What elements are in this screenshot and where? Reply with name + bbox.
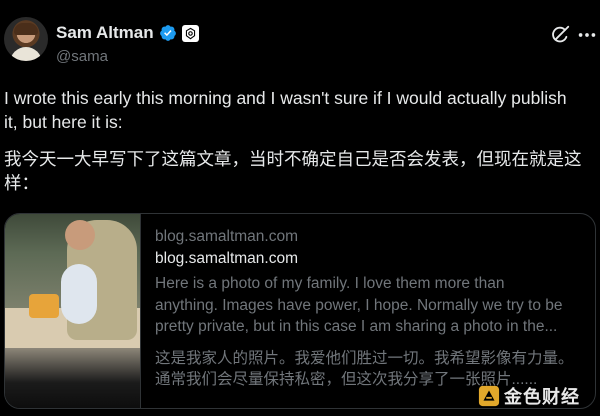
watermark-text: 金色财经 — [504, 387, 580, 407]
author-handle[interactable]: @sama — [56, 48, 108, 65]
avatar[interactable] — [4, 17, 48, 61]
watermark: 金色财经 — [478, 383, 580, 409]
jinse-logo-icon — [478, 385, 500, 407]
tweet-text-english: I wrote this early this morning and I wa… — [4, 88, 567, 132]
verified-badge-icon — [159, 25, 176, 41]
author-name[interactable]: Sam Altman — [56, 23, 154, 43]
card-domain: blog.samaltman.com — [155, 228, 299, 245]
more-icon[interactable] — [576, 24, 598, 46]
openai-icon[interactable] — [181, 24, 199, 42]
tweet-header: Sam Altman @sama — [0, 0, 600, 72]
card-title[interactable]: blog.samaltman.com — [155, 250, 587, 272]
card-image[interactable] — [5, 214, 141, 408]
author-row: Sam Altman — [56, 23, 199, 43]
card-body: blog.samaltman.com blog.samaltman.com He… — [155, 228, 587, 391]
link-card[interactable]: blog.samaltman.com blog.samaltman.com He… — [4, 213, 596, 409]
grok-icon[interactable] — [549, 24, 571, 46]
card-description: Here is a photo of my family. I love the… — [155, 275, 563, 335]
tweet-text-chinese: 我今天一大早写下了这篇文章，当时不确定自己是否会发表，但现在就是这 样： — [4, 149, 582, 193]
